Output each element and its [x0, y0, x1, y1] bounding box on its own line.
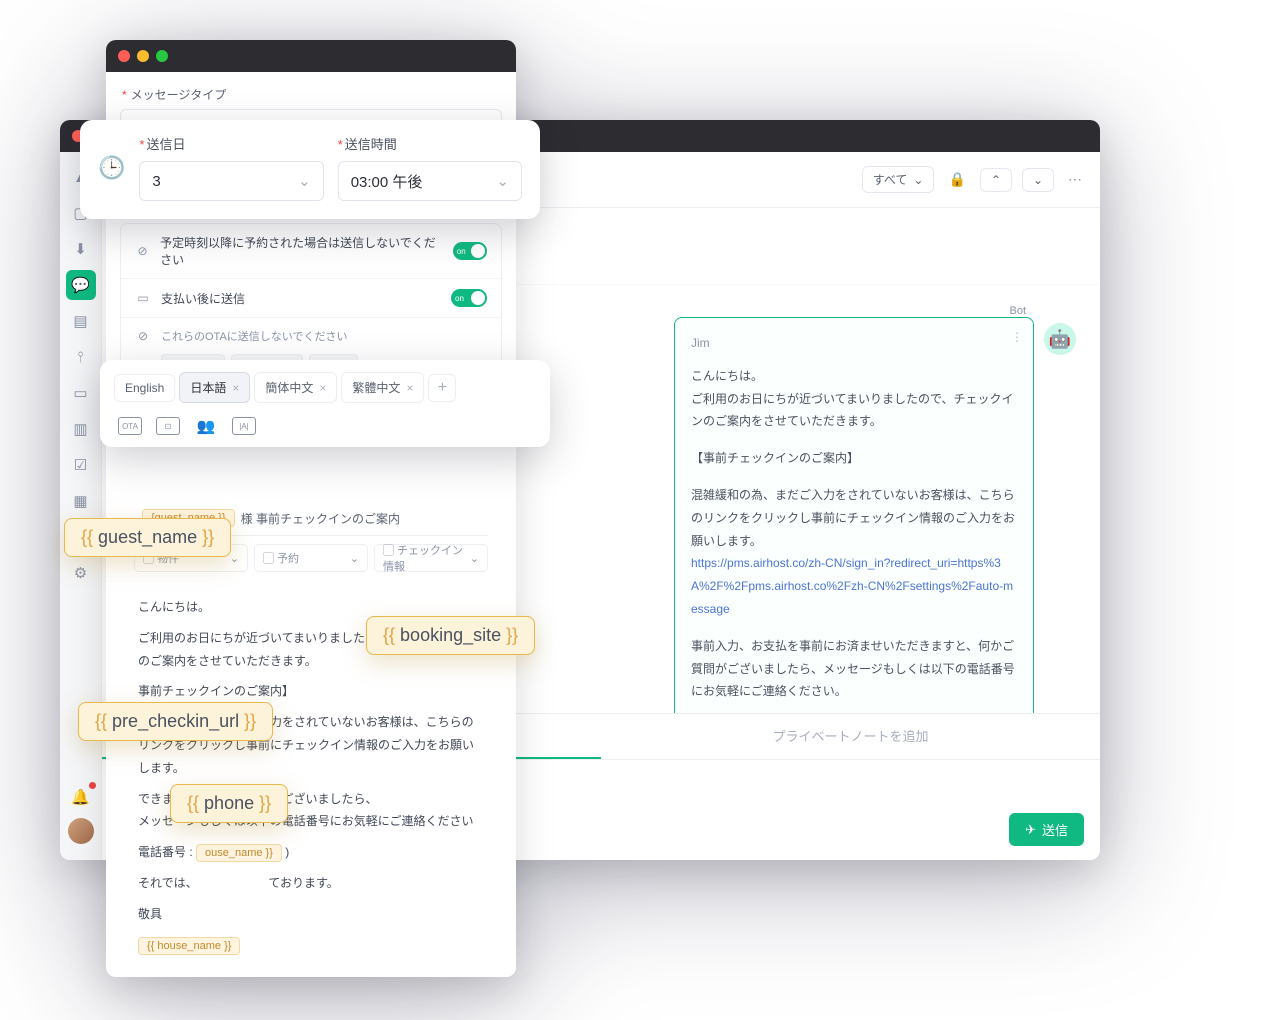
- send-icon: ✈: [1025, 822, 1036, 838]
- chevron-down-icon: ⌄: [298, 172, 311, 190]
- prev-button[interactable]: ⌃: [980, 168, 1012, 192]
- sidebar-item-download[interactable]: ⬇: [66, 234, 96, 264]
- toggle-after-payment[interactable]: on: [451, 289, 487, 307]
- variable-callout-guest-name: {{ guest_name }}: [64, 518, 231, 557]
- msg-type-label: *メッセージタイプ: [122, 86, 502, 103]
- sidebar-avatar[interactable]: [68, 818, 94, 844]
- app-sidebar: ▲ ▢ ⬇ 💬 ▤ ⫯ ▭ ▥ ☑ ▦ ▣ ⚙ 🔔: [60, 152, 102, 860]
- sidebar-item-analytics[interactable]: ⫯: [66, 342, 96, 372]
- variable-chip[interactable]: ouse_name }}: [196, 844, 282, 862]
- send-day-select[interactable]: 3⌄: [139, 161, 323, 201]
- variable-chip-house-name[interactable]: {{ house_name }}: [138, 937, 240, 955]
- sidebar-item-contacts[interactable]: ▦: [66, 486, 96, 516]
- variable-callout-pre-checkin-url: {{ pre_checkin_url }}: [78, 702, 273, 741]
- option-after-payment: ▭ 支払い後に送信 on: [121, 278, 501, 317]
- send-day-label: *送信日: [139, 134, 323, 153]
- next-button[interactable]: ⌄: [1022, 168, 1054, 192]
- message-more-icon[interactable]: ⋮: [1011, 326, 1023, 349]
- toggle-no-late-send[interactable]: on: [453, 242, 487, 260]
- reply-tab-private[interactable]: プライベートノートを追加: [601, 714, 1100, 759]
- recipient-name: Jim: [691, 332, 1017, 355]
- send-button[interactable]: ✈送信: [1009, 813, 1084, 846]
- add-language-button[interactable]: +: [428, 374, 456, 402]
- option-no-late-send: ⊘ 予定時刻以降に予約された場合は送信しないでください on: [121, 224, 501, 278]
- variable-callout-phone: {{ phone }}: [170, 784, 288, 823]
- dd-reservation[interactable]: ▢ 予約⌄: [254, 544, 368, 572]
- block-icon: ⊘: [135, 244, 150, 258]
- dd-checkin[interactable]: ▢ チェックイン情報⌄: [374, 544, 488, 572]
- toolbar-people-icon[interactable]: 👥: [194, 417, 218, 435]
- sidebar-item-messages[interactable]: 💬: [66, 270, 96, 300]
- sidebar-item-settings[interactable]: ⚙: [66, 558, 96, 588]
- send-time-select[interactable]: 03:00 午後⌄: [338, 161, 522, 201]
- close-icon[interactable]: ×: [232, 381, 239, 395]
- variable-callout-booking-site: {{ booking_site }}: [366, 616, 535, 655]
- toolbar-ota-icon[interactable]: OTA: [118, 417, 142, 435]
- toolbar-text-icon[interactable]: |A|: [232, 417, 256, 435]
- checkin-link[interactable]: https://pms.airhost.co/zh-CN/sign_in?red…: [691, 556, 1013, 616]
- close-traffic-light[interactable]: [118, 50, 130, 62]
- sidebar-item-store[interactable]: ▤: [66, 306, 96, 336]
- lang-tab-simplified-chinese[interactable]: 簡体中文×: [254, 372, 337, 403]
- chevron-down-icon: ⌄: [496, 172, 509, 190]
- sidebar-item-book[interactable]: ▥: [66, 414, 96, 444]
- callout-language-tabs: English 日本語× 簡体中文× 繁體中文× + OTA ⊡ 👥 |A|: [100, 360, 550, 447]
- sidebar-item-cards[interactable]: ▭: [66, 378, 96, 408]
- bot-avatar: 🤖: [1044, 323, 1076, 355]
- minimize-traffic-light[interactable]: [137, 50, 149, 62]
- chevron-down-icon: ⌄: [913, 173, 923, 187]
- clock-icon: 🕒: [98, 155, 125, 181]
- lang-tab-japanese[interactable]: 日本語×: [179, 372, 250, 403]
- sidebar-notifications[interactable]: 🔔: [66, 782, 96, 812]
- maximize-traffic-light[interactable]: [156, 50, 168, 62]
- toolbar-card-icon[interactable]: ⊡: [156, 417, 180, 435]
- lock-icon[interactable]: 🔒: [944, 167, 969, 192]
- callout-schedule: 🕒 *送信日 3⌄ *送信時間 03:00 午後⌄: [80, 120, 540, 219]
- close-icon[interactable]: ×: [406, 381, 413, 395]
- sidebar-item-tasks[interactable]: ☑: [66, 450, 96, 480]
- lang-tab-english[interactable]: English: [114, 374, 175, 402]
- card-icon: ▭: [135, 291, 151, 305]
- filter-select[interactable]: すべて⌄: [862, 166, 935, 193]
- block-icon: ⊘: [135, 329, 151, 343]
- more-icon[interactable]: ⋯: [1064, 167, 1086, 192]
- lang-tab-traditional-chinese[interactable]: 繁體中文×: [341, 372, 424, 403]
- front-titlebar: [106, 40, 516, 72]
- close-icon[interactable]: ×: [319, 381, 326, 395]
- send-time-label: *送信時間: [338, 134, 522, 153]
- bot-message-bubble: ⋮ Jim こんにちは。 ご利用のお日にちが近づいてまいりましたので、チェックイ…: [674, 317, 1034, 713]
